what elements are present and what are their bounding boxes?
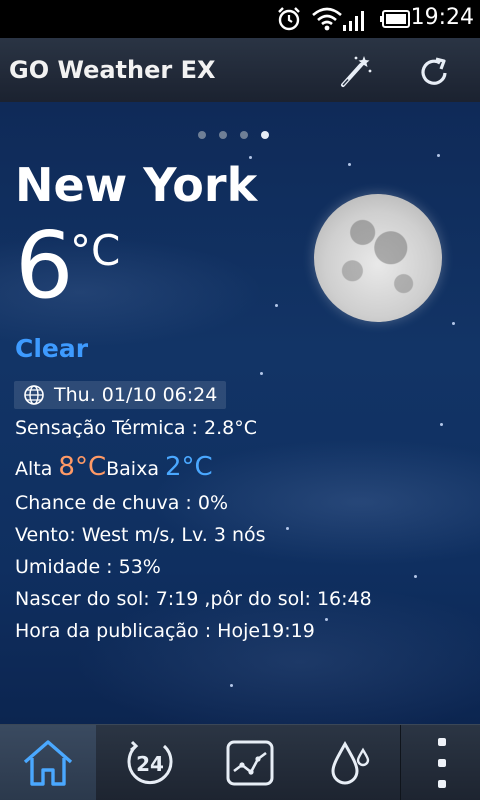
wind-text: Vento: West m/s, Lv. 3 nós (15, 524, 266, 546)
overflow-menu-icon (438, 759, 446, 767)
overflow-menu-icon (438, 738, 446, 746)
moon-icon (314, 194, 442, 322)
home-icon (23, 740, 73, 786)
weather-condition: Clear (15, 334, 89, 363)
low-temperature: 2°C (165, 452, 213, 482)
weather-panel[interactable]: New York 6 °C Clear Thu. 01/10 06:24 Sen… (0, 102, 480, 724)
date-time-box: Thu. 01/10 06:24 (14, 381, 226, 409)
star-decoration (275, 304, 278, 307)
high-temperature: 8°C (58, 452, 107, 482)
page-dot (198, 131, 206, 139)
globe-icon (24, 385, 44, 405)
city-name: New York (15, 158, 258, 212)
star-decoration (414, 575, 417, 578)
page-dot (219, 131, 227, 139)
current-temperature: 6 (15, 212, 74, 319)
star-decoration (286, 527, 289, 530)
status-time: 19:24 (410, 5, 474, 30)
trend-chart-icon (226, 740, 274, 786)
low-label: Baixa (106, 458, 159, 480)
publication-time-text: Hora da publicação : Hoje19:19 (15, 620, 315, 642)
screen: 19:24 GO Weather EX New York 6 °C Clear … (0, 0, 480, 800)
wifi-icon (312, 7, 342, 31)
nav-24-hour-button[interactable]: 24 (102, 725, 198, 800)
high-label: Alta (15, 458, 53, 480)
star-decoration (260, 372, 263, 375)
star-decoration (452, 322, 455, 325)
precipitation-icon (331, 740, 370, 785)
bottom-nav: 24 (0, 724, 480, 800)
nav-precipitation-button[interactable] (302, 725, 398, 800)
temperature-unit: °C (70, 226, 121, 275)
high-low-row: Alta 8°CBaixa 2°C (15, 452, 213, 482)
alarm-icon (278, 7, 300, 31)
sunrise-sunset-text: Nascer do sol: 7:19 ,pôr do sol: 16:48 (15, 588, 372, 610)
magic-wand-icon[interactable] (334, 52, 374, 92)
app-title: GO Weather EX (9, 56, 216, 84)
nav-trend-button[interactable] (202, 725, 298, 800)
star-decoration (325, 618, 328, 621)
svg-text:24: 24 (136, 752, 164, 776)
humidity-text: Umidade : 53% (15, 556, 161, 578)
page-dot (240, 131, 248, 139)
page-indicator (198, 124, 282, 139)
date-time-text: Thu. 01/10 06:24 (54, 384, 218, 406)
star-decoration (348, 163, 351, 166)
page-dot-active (261, 131, 269, 139)
nav-home-button[interactable] (0, 725, 96, 800)
overflow-menu-button[interactable] (400, 725, 480, 800)
refresh-icon[interactable] (414, 52, 454, 92)
24-hour-icon: 24 (127, 740, 173, 785)
battery-icon (380, 10, 410, 28)
overflow-menu-icon (438, 780, 446, 788)
star-decoration (440, 423, 443, 426)
rain-chance-text: Chance de chuva : 0% (15, 492, 228, 514)
signal-icon (343, 11, 364, 31)
feels-like-text: Sensação Térmica : 2.8°C (15, 417, 257, 439)
star-decoration (230, 684, 233, 687)
status-bar: 19:24 (0, 0, 480, 38)
star-decoration (437, 154, 440, 157)
title-bar: GO Weather EX (0, 38, 480, 103)
